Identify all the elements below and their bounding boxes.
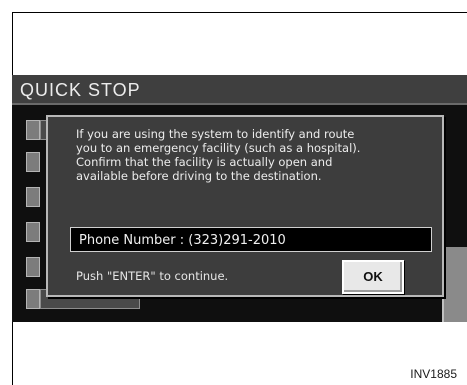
phone-number-field: Phone Number : (323)291-2010: [70, 227, 432, 252]
side-list-button[interactable]: [26, 222, 40, 242]
side-list-button[interactable]: [26, 289, 40, 309]
message-line: Confirm that the facility is actually op…: [76, 155, 333, 169]
push-enter-instruction: Push "ENTER" to continue.: [76, 269, 229, 283]
title-bar: QUICK STOP: [12, 75, 467, 105]
message-line: If you are using the system to identify …: [76, 127, 355, 141]
message-line: available before driving to the destinat…: [76, 169, 322, 183]
right-side-panel: [442, 247, 467, 322]
figure-code: INV1885: [410, 367, 457, 381]
message-line: you to an emergency facility (such as a …: [76, 141, 361, 155]
side-list-button[interactable]: [26, 120, 40, 140]
phone-number-text: Phone Number : (323)291-2010: [79, 233, 286, 248]
side-list-button[interactable]: [26, 187, 40, 207]
side-list-button[interactable]: [26, 257, 40, 277]
ok-button-label: OK: [363, 269, 383, 284]
screen-title: QUICK STOP: [20, 80, 141, 100]
warning-message: If you are using the system to identify …: [76, 127, 426, 183]
ok-button[interactable]: OK: [342, 260, 404, 294]
side-list-button[interactable]: [26, 152, 40, 172]
navigation-screen: QUICK STOP If you are using the system t…: [12, 75, 467, 322]
